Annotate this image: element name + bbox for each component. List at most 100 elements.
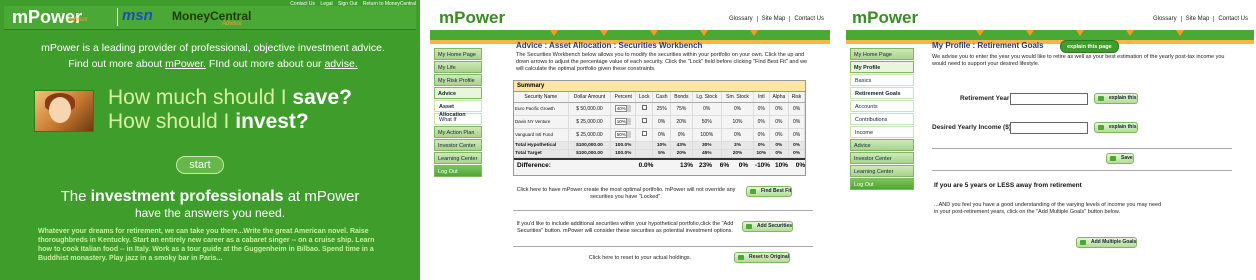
- sidebar-item-log-out[interactable]: Log Out: [850, 178, 914, 190]
- explain-retirement-year-button[interactable]: explain this: [1094, 93, 1138, 104]
- lock-cell: [635, 115, 654, 129]
- column-header-risk: Risk: [788, 92, 805, 103]
- percent-input[interactable]: 40%: [615, 105, 628, 112]
- column-header-dollar-amount: Dollar Amount: [568, 92, 612, 103]
- sidebar-item-my-home-page[interactable]: My Home Page: [434, 48, 482, 60]
- reset-note: Click here to reset to your actual holdi…: [588, 255, 692, 261]
- save-question: How much should I save?: [108, 86, 352, 109]
- sidebar-item-basics[interactable]: Basics: [850, 74, 914, 86]
- total-alpha: 0%: [769, 149, 790, 158]
- allocation-alpha: 0%: [769, 115, 790, 129]
- sidebar-item-learning-center[interactable]: Learning Center: [434, 152, 482, 164]
- save-button[interactable]: Save: [1106, 153, 1134, 164]
- allocation-bonds: 75%: [670, 102, 693, 116]
- total-label: Total Target: [514, 149, 569, 158]
- difference-sm: 0%: [738, 161, 749, 169]
- total-amount: $100,000.00: [568, 149, 612, 158]
- sidebar-item-my-profile[interactable]: My Profile: [850, 61, 914, 73]
- promo-text: Whatever your dreams for retirement, we …: [38, 228, 375, 262]
- sidebar-item-retirement-goals[interactable]: Retirement Goals: [850, 87, 914, 99]
- total-lg: 45%: [692, 149, 723, 158]
- explain-income-button[interactable]: explain this: [1094, 122, 1138, 133]
- allocation-lg: 50%: [692, 115, 723, 129]
- column-header-security-name: Security Name: [514, 92, 569, 103]
- woman-photo: [34, 90, 94, 132]
- percent-input[interactable]: 10%: [615, 118, 628, 125]
- glossary-link[interactable]: Glossary: [1149, 16, 1181, 22]
- lock-checkbox[interactable]: [641, 131, 647, 136]
- glossary-link[interactable]: Glossary: [725, 16, 757, 22]
- up-down-arrow-icon[interactable]: [627, 118, 632, 125]
- best-fit-note: Click here to have mPower create the mos…: [516, 187, 736, 200]
- divider: [932, 148, 1232, 149]
- contact-us-link[interactable]: Contact Us: [789, 16, 828, 22]
- add-multiple-goals-button[interactable]: Add Multiple Goals: [1076, 237, 1138, 248]
- sidebar-item-advice[interactable]: Advice: [434, 87, 482, 99]
- up-down-arrow-icon[interactable]: [627, 105, 632, 112]
- tagline: The investment professionals at mPower: [60, 188, 360, 205]
- find-best-fit-button[interactable]: Find Best Fit: [746, 186, 793, 197]
- msn-logo: msn: [122, 7, 153, 24]
- explain-this-page-button[interactable]: explain this page: [1060, 40, 1119, 53]
- sidebar-item-learning-center[interactable]: Learning Center: [850, 165, 914, 177]
- mpower-link[interactable]: mPower.: [165, 58, 206, 70]
- allocation-cash: 0%: [652, 115, 672, 129]
- invest-question: How should I invest?: [108, 110, 309, 133]
- intro-line2-mid: FInd out more about our: [205, 58, 325, 70]
- header-arrow-icon: [650, 30, 658, 36]
- sidebar-item-my-action-plan[interactable]: My Action Plan: [434, 126, 482, 138]
- total-risk: 0%: [788, 141, 805, 150]
- allocation-intl: 0%: [753, 115, 770, 129]
- header-arrow-icon: [750, 30, 758, 36]
- sidebar-item-contributions[interactable]: Contributions: [850, 113, 914, 125]
- difference-row: Difference: 0.0% 13% 23% 6% 0% -10% 10% 0%: [514, 157, 805, 170]
- add-securities-button[interactable]: Add Securities: [742, 221, 794, 232]
- header-arrow-icon: [1176, 30, 1184, 36]
- intro-line2: Find out more about mPower. FInd out mor…: [28, 57, 398, 71]
- allocation-lg: 0%: [692, 102, 723, 116]
- desired-income-field[interactable]: [1010, 122, 1088, 134]
- header-arrow-icon: [700, 30, 708, 36]
- dollar-amount: $ 50,000.00: [568, 102, 612, 116]
- top-links: Glossary Site Map Contact Us: [1149, 16, 1252, 22]
- difference-cash: 13%: [679, 161, 693, 169]
- sidebar-item-advice[interactable]: Advice: [850, 139, 914, 151]
- sidebar-item-investor-center[interactable]: Investor Center: [434, 139, 482, 151]
- site-map-link[interactable]: Site Map: [1180, 16, 1214, 22]
- column-header-percent: Percent: [610, 92, 637, 103]
- sidebar-item-investor-center[interactable]: Investor Center: [850, 152, 914, 164]
- desired-income-label: Desired Yearly Income ($):: [932, 124, 1014, 131]
- site-map-link[interactable]: Site Map: [756, 16, 790, 22]
- moneycentral-subtext: Advisor: [222, 21, 243, 27]
- difference-risk: 0%: [795, 161, 806, 169]
- total-label: Total Hypothetical: [514, 141, 569, 150]
- difference-lg: 6%: [719, 161, 730, 169]
- allocation-risk: 0%: [788, 128, 805, 142]
- lock-checkbox[interactable]: [641, 118, 647, 123]
- sidebar-item-asset-allocation[interactable]: Asset Allocation: [434, 100, 482, 118]
- divider: [513, 210, 813, 211]
- total-intl: 10%: [753, 149, 770, 158]
- security-name: Vanguard Intl Fund: [514, 128, 569, 142]
- intro-line1: mPower is a leading provider of professi…: [41, 42, 385, 54]
- sidebar-item-income[interactable]: Income: [850, 126, 914, 138]
- divider: [932, 170, 1232, 171]
- reset-to-original-button[interactable]: Reset to Original: [734, 252, 791, 263]
- allocation-lg: 100%: [692, 128, 723, 142]
- sidebar-item-accounts[interactable]: Accounts: [850, 100, 914, 112]
- header-arrow-icon: [1126, 30, 1134, 36]
- advise-link[interactable]: advise.: [324, 58, 357, 70]
- sidebar-item-my-risk-profile[interactable]: My Risk Profile: [434, 74, 482, 86]
- sidebar-item-my-home-page[interactable]: My Home Page: [850, 48, 914, 60]
- security-name: Euro Pacific Growth: [514, 102, 569, 116]
- lock-checkbox[interactable]: [641, 105, 647, 110]
- up-down-arrow-icon[interactable]: [627, 131, 632, 138]
- percent-input[interactable]: 50%: [615, 131, 628, 138]
- start-button[interactable]: start: [176, 156, 224, 174]
- sidebar-item-log-out[interactable]: Log Out: [434, 165, 482, 177]
- contact-us-link[interactable]: Contact Us: [1213, 16, 1252, 22]
- sidebar-item-my-life[interactable]: My Life: [434, 61, 482, 73]
- allocation-alpha: 0%: [769, 102, 790, 116]
- difference-percent: 0.0%: [638, 161, 654, 169]
- retirement-year-field[interactable]: [1010, 93, 1088, 105]
